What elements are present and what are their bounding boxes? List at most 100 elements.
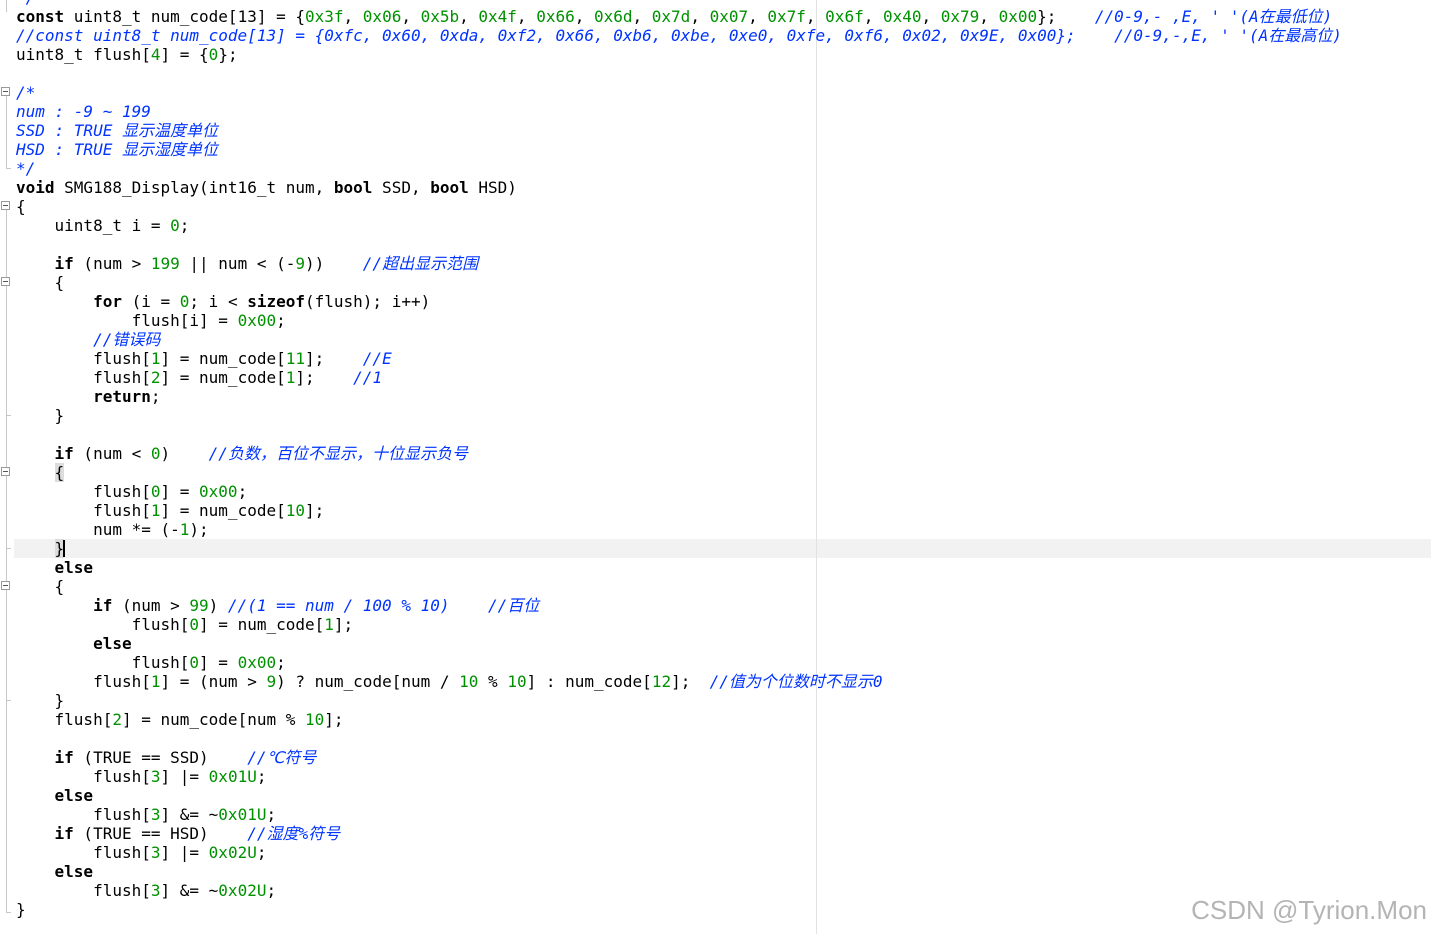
code-token: flush[ bbox=[16, 501, 151, 520]
number-token: 0x02U bbox=[208, 843, 257, 862]
code-token: || num < (- bbox=[179, 254, 296, 273]
code-line: //const uint8_t num_code[13] = {0xfc, 0x… bbox=[16, 26, 1342, 45]
code-token: ; bbox=[266, 805, 277, 824]
code-token: ] = num_code[num % bbox=[121, 710, 305, 729]
fold-toggle-icon[interactable] bbox=[1, 87, 10, 96]
number-token: 4 bbox=[150, 45, 161, 64]
text-caret bbox=[63, 540, 66, 557]
code-token: flush[ bbox=[16, 672, 151, 691]
code-token: { bbox=[16, 273, 65, 292]
code-editor[interactable]: */ const uint8_t num_code[13] = {0x3f, 0x… bbox=[0, 0, 1431, 934]
number-token: 10 bbox=[305, 710, 325, 729]
code-token: ); bbox=[189, 520, 209, 539]
comment-token: //℃符号 bbox=[247, 748, 317, 767]
fold-end-marker bbox=[6, 415, 11, 416]
code-token: , bbox=[748, 7, 768, 26]
number-token: 1 bbox=[150, 349, 161, 368]
code-token: ]; bbox=[333, 615, 354, 634]
code-token: flush[ bbox=[16, 843, 151, 862]
code-token: ] : num_code[ bbox=[526, 672, 652, 691]
code-token: ] = num_code[ bbox=[199, 615, 325, 634]
number-token: 0x00 bbox=[237, 653, 277, 672]
code-line: { bbox=[16, 273, 1342, 292]
code-token: flush[ bbox=[16, 710, 113, 729]
code-line: { bbox=[16, 197, 1342, 216]
number-token: 0x6d bbox=[593, 7, 633, 26]
code-line: const uint8_t num_code[13] = {0x3f, 0x06… bbox=[16, 7, 1342, 26]
number-token: 3 bbox=[150, 767, 161, 786]
number-token: 0x07 bbox=[709, 7, 749, 26]
keyword-token: else bbox=[93, 634, 132, 653]
keyword-token: const bbox=[16, 7, 65, 26]
fold-toggle-icon[interactable] bbox=[1, 581, 10, 590]
code-token: ] = bbox=[199, 653, 238, 672]
code-token: HSD) bbox=[468, 178, 517, 197]
keyword-token: void bbox=[16, 178, 55, 197]
code-token: ] &= ~ bbox=[160, 805, 219, 824]
number-token: 0x40 bbox=[882, 7, 922, 26]
number-token: 0x3f bbox=[305, 7, 344, 26]
fold-guide-line bbox=[6, 0, 7, 12]
code-token: } bbox=[16, 900, 26, 919]
code-line: flush[1] = num_code[11]; //E bbox=[16, 349, 1342, 368]
keyword-token: else bbox=[54, 558, 94, 577]
comment-token: //1 bbox=[353, 368, 383, 387]
fold-toggle-icon[interactable] bbox=[1, 201, 10, 210]
number-token: 10 bbox=[507, 672, 527, 691]
code-line: if (num < 0) //负数，百位不显示，十位显示负号 bbox=[16, 444, 1342, 463]
code-token: uint8_t i = bbox=[16, 216, 171, 235]
comment-token: //0-9,- ,E, ' '(A在最低位) bbox=[1094, 7, 1333, 26]
code-token: }; bbox=[218, 45, 238, 64]
number-token: 1 bbox=[150, 501, 161, 520]
code-text-area[interactable]: */ const uint8_t num_code[13] = {0x3f, 0x… bbox=[16, 0, 1342, 919]
number-token: 3 bbox=[150, 805, 161, 824]
code-line: //错误码 bbox=[16, 330, 1342, 349]
code-line: if (TRUE == HSD) //湿度%符号 bbox=[16, 824, 1342, 843]
code-line: if (num > 199 || num < (-9)) //超出显示范围 bbox=[16, 254, 1342, 273]
code-line: flush[0] = 0x00; bbox=[16, 653, 1342, 672]
code-token: (TRUE == HSD) bbox=[73, 824, 248, 843]
comment-token: //错误码 bbox=[93, 330, 161, 349]
number-token: 0x79 bbox=[940, 7, 980, 26]
code-token: flush[ bbox=[16, 349, 151, 368]
code-token: (TRUE == SSD) bbox=[73, 748, 248, 767]
fold-toggle-icon[interactable] bbox=[1, 467, 10, 476]
fold-guide-line bbox=[6, 210, 7, 912]
code-token: ; bbox=[256, 767, 267, 786]
number-token: 9 bbox=[295, 254, 305, 273]
code-token: ) ? num_code[num / bbox=[276, 672, 460, 691]
comment-token: /* bbox=[16, 83, 36, 102]
number-token: 10 bbox=[459, 672, 479, 691]
code-line: if (num > 99) //(1 == num / 100 % 10) //… bbox=[16, 596, 1342, 615]
number-token: 1 bbox=[285, 368, 296, 387]
number-token: 11 bbox=[285, 349, 305, 368]
code-token: SSD, bbox=[372, 178, 431, 197]
fold-toggle-icon[interactable] bbox=[1, 277, 10, 286]
number-token: 0 bbox=[150, 444, 161, 463]
code-token: ] = bbox=[160, 482, 200, 501]
number-token: 0 bbox=[150, 482, 161, 501]
comment-token: */ bbox=[16, 159, 36, 178]
code-token: (num > bbox=[73, 254, 151, 273]
code-token: ] |= bbox=[160, 843, 209, 862]
code-line: void SMG188_Display(int16_t num, bool SS… bbox=[16, 178, 1342, 197]
code-line: num : -9 ~ 199 bbox=[16, 102, 1342, 121]
number-token: 0x6f bbox=[825, 7, 864, 26]
code-token: , bbox=[343, 7, 363, 26]
code-token: ] |= bbox=[160, 767, 209, 786]
code-token: (num > bbox=[112, 596, 190, 615]
code-token: ] &= ~ bbox=[160, 881, 219, 900]
number-token: 9 bbox=[266, 672, 277, 691]
code-line: flush[0] = num_code[1]; bbox=[16, 615, 1342, 634]
keyword-token: if bbox=[54, 748, 74, 767]
number-token: 0 bbox=[179, 292, 190, 311]
number-token: 0x01U bbox=[218, 805, 267, 824]
